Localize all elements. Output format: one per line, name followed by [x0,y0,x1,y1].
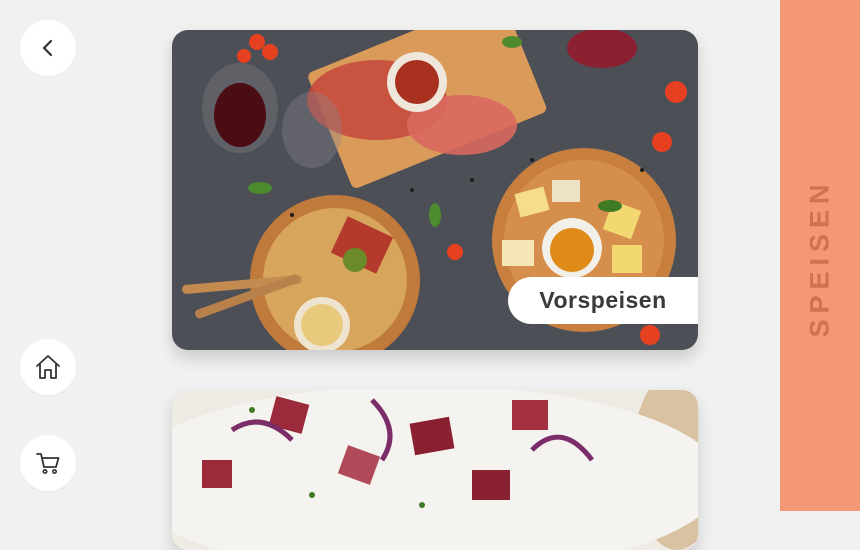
chevron-left-icon [42,39,53,57]
section-title: SPEISEN [804,178,835,338]
category-card-vorspeisen[interactable]: Vorspeisen [172,30,698,350]
category-side-panel: SPEISEN [780,0,860,511]
home-button[interactable] [20,339,76,395]
back-button[interactable] [20,20,76,76]
flammkuchen-pizza-image [172,390,698,550]
cart-button[interactable] [20,435,76,491]
category-label: Vorspeisen [508,277,698,324]
category-card-pizza[interactable] [172,390,698,550]
home-icon [36,355,60,379]
shopping-cart-icon [36,453,60,474]
